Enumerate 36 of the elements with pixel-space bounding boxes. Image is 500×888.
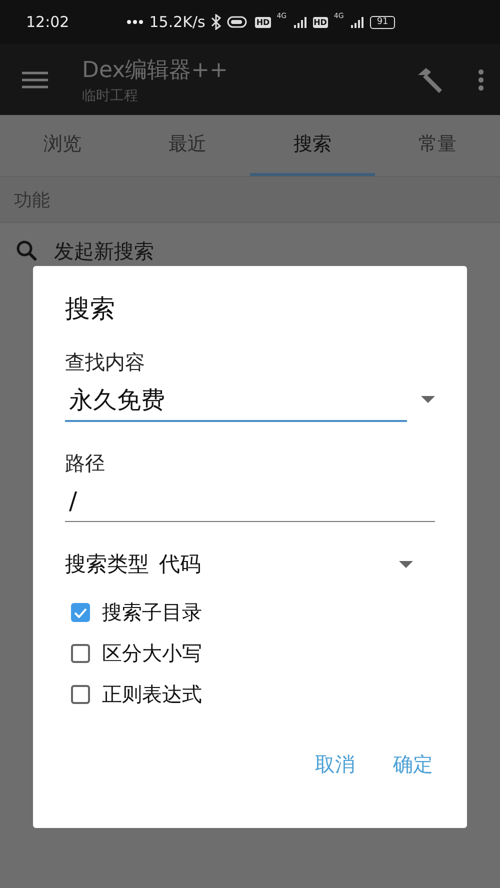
tab[interactable]: 常量 [375, 115, 500, 176]
signal-icon [350, 16, 364, 28]
dialog-title: 搜索 [65, 293, 116, 325]
tab[interactable]: 浏览 [0, 115, 125, 176]
checkbox[interactable] [71, 644, 90, 663]
bluetooth-icon [211, 14, 222, 30]
more-icon[interactable] [478, 68, 484, 90]
dropdown-caret-icon[interactable] [421, 396, 435, 402]
checkbox[interactable] [71, 685, 90, 704]
hd-badge: HD [255, 16, 271, 28]
app-title: Dex编辑器++ [82, 56, 229, 84]
path-label: 路径 [65, 450, 106, 477]
hammer-icon[interactable] [416, 66, 444, 92]
tab[interactable]: 最近 [125, 115, 250, 176]
signal-icon [292, 16, 307, 28]
search-icon [16, 240, 38, 262]
search-type-label: 搜索类型 [65, 551, 149, 578]
dialog-button[interactable]: 确定 [393, 747, 433, 782]
find-label: 查找内容 [65, 349, 146, 376]
battery-level: 91 [370, 16, 396, 28]
notification-dots-icon [127, 20, 144, 24]
checkbox-label[interactable]: 正则表达式 [102, 681, 202, 708]
checkbox-label[interactable]: 搜索子目录 [102, 599, 202, 626]
checkmark-icon [74, 608, 87, 618]
dropdown-caret-icon[interactable] [399, 560, 413, 568]
list-item-label[interactable]: 发起新搜索 [54, 238, 154, 264]
hd-badge: HD [312, 16, 328, 28]
search-type-value[interactable]: 代码 [159, 550, 399, 578]
network-speed: 15.2K/s [149, 13, 206, 31]
status-time: 12:02 [26, 13, 70, 31]
menu-icon[interactable] [22, 70, 48, 88]
dialog-button[interactable]: 取消 [315, 747, 355, 782]
pill-icon [227, 15, 250, 29]
app-subtitle: 临时工程 [82, 86, 139, 104]
checkbox[interactable] [71, 603, 90, 622]
checkbox-label[interactable]: 区分大小写 [102, 640, 202, 667]
